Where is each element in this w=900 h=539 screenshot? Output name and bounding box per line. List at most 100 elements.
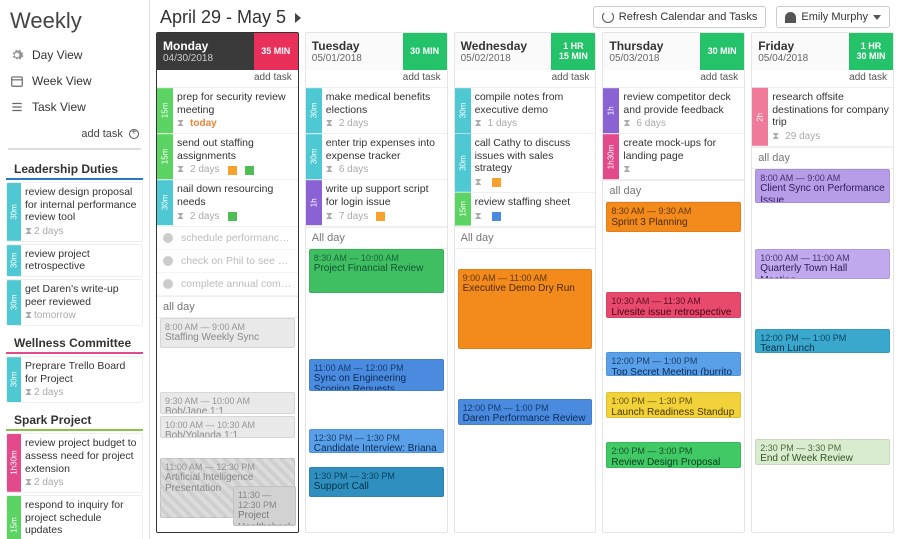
- day-task[interactable]: 30menter trip expenses into expense trac…: [306, 134, 447, 180]
- user-icon: [785, 12, 796, 23]
- event-title: Launch Readiness Standup: [611, 407, 736, 419]
- day-add-task[interactable]: add task: [752, 70, 893, 88]
- duration-chip: 2h: [752, 88, 768, 146]
- app-title: Weekly: [0, 0, 149, 38]
- view-week[interactable]: Week View: [0, 68, 149, 94]
- day-task[interactable]: 1h30mcreate mock-ups for landing page: [603, 134, 744, 180]
- day-header[interactable]: Friday05/04/20181 HR30 MIN: [752, 33, 893, 70]
- day-tasks: 30mmake medical benefits elections2 days…: [306, 88, 447, 227]
- category-list: Leadership Duties30mreview design propos…: [0, 158, 149, 539]
- calendar-event[interactable]: 2:00 PM — 3:00 PMReview Design Proposal: [606, 442, 741, 468]
- completed-task[interactable]: complete annual company survey: [157, 273, 298, 296]
- calendar-event[interactable]: 8:00 AM — 9:00 AMStaffing Weekly Sync: [160, 318, 295, 348]
- sidebar-task[interactable]: 30mreview project retrospective: [6, 244, 143, 277]
- calendar-event[interactable]: 12:00 PM — 1:00 PMDaren Performance Revi…: [458, 399, 593, 425]
- all-day-row[interactable]: All day: [306, 227, 447, 249]
- calendar-event[interactable]: 2:30 PM — 3:30 PMEnd of Week Review: [755, 439, 890, 465]
- view-nav: Day View Week View Task View: [0, 38, 149, 124]
- sidebar-task[interactable]: 30mreview design proposal for internal p…: [6, 182, 143, 242]
- category-title[interactable]: Wellness Committee: [6, 332, 143, 354]
- day-add-task[interactable]: add task: [306, 70, 447, 88]
- view-task[interactable]: Task View: [0, 94, 149, 120]
- calendar-body[interactable]: 8:30 AM — 9:30 AMSprint 3 Planning 10:30 …: [603, 202, 744, 532]
- calendar-event[interactable]: 10:00 AM — 10:30 AMBob/Yolanda 1:1: [160, 416, 295, 438]
- day-task-body: compile notes from executive demo1 days: [471, 88, 596, 133]
- day-add-task[interactable]: add task: [603, 70, 744, 88]
- day-task[interactable]: 15mreview staffing sheet: [455, 193, 596, 227]
- event-title: Executive Demo Dry Run: [463, 283, 588, 295]
- sidebar-add-task[interactable]: add task: [0, 124, 149, 144]
- day-tasks: 15mprep for security review meetingtoday…: [157, 88, 298, 296]
- day-task[interactable]: 1hwrite up support script for login issu…: [306, 180, 447, 226]
- calendar-event[interactable]: 12:30 PM — 1:30 PMCandidate Interview: B…: [309, 429, 444, 453]
- category-title[interactable]: Spark Project: [6, 409, 143, 431]
- calendar-body[interactable]: 8:00 AM — 9:00 AMStaffing Weekly Sync 9:3…: [157, 318, 298, 532]
- all-day-row[interactable]: all day: [603, 180, 744, 202]
- calendar-body[interactable]: 8:30 AM — 10:00 AMProject Financial Revi…: [306, 249, 447, 532]
- day-header[interactable]: Monday04/30/201835 MIN: [157, 33, 298, 70]
- calendar-event[interactable]: 8:30 AM — 9:30 AMSprint 3 Planning: [606, 202, 741, 232]
- chevron-down-icon: [873, 15, 881, 20]
- refresh-button[interactable]: Refresh Calendar and Tasks: [593, 6, 767, 28]
- event-time: 12:00 PM — 1:00 PM: [611, 356, 736, 366]
- day-task[interactable]: 30mmake medical benefits elections2 days: [306, 88, 447, 134]
- sidebar-task[interactable]: 30mPreprare Trello Board for Project2 da…: [6, 356, 143, 403]
- day-column: Tuesday05/01/201830 MINadd task 30mmake …: [305, 32, 448, 533]
- category-section: Leadership Duties30mreview design propos…: [0, 158, 149, 326]
- day-add-task[interactable]: add task: [157, 70, 298, 88]
- sidebar-task-body: respond to inquiry for project schedule …: [21, 496, 142, 539]
- day-task[interactable]: 2hresearch offsite destinations for comp…: [752, 88, 893, 147]
- calendar-event[interactable]: 12:00 PM — 1:00 PMTop Secret Meeting (bu…: [606, 352, 741, 376]
- tab-importance[interactable]: Importance: [75, 149, 140, 150]
- calendar-body[interactable]: 8:00 AM — 9:00 AMClient Sync on Performa…: [752, 169, 893, 532]
- all-day-row[interactable]: all day: [752, 147, 893, 169]
- day-header[interactable]: Wednesday05/02/20181 HR15 MIN: [455, 33, 596, 70]
- calendar-event[interactable]: 10:30 AM — 11:30 AMLivesite issue retros…: [606, 292, 741, 318]
- date-range-label: April 29 - May 5: [160, 7, 286, 27]
- tab-category[interactable]: Category: [9, 149, 75, 150]
- event-time: 11:00 AM — 12:30 PM: [165, 462, 290, 472]
- day-task[interactable]: 15msend out staffing assignments2 days: [157, 134, 298, 180]
- category-title[interactable]: Leadership Duties: [6, 158, 143, 180]
- calendar-event[interactable]: 11:30 — 12:30 PMProject Healthcheck: [233, 486, 296, 526]
- calendar-event[interactable]: 11:00 AM — 12:00 PMSync on Engineering S…: [309, 359, 444, 391]
- duration-chip: 1h30m: [603, 134, 619, 179]
- day-task[interactable]: 15mprep for security review meetingtoday: [157, 88, 298, 134]
- calendar-event[interactable]: 1:00 PM — 1:30 PMLaunch Readiness Standu…: [606, 392, 741, 418]
- calendar-event[interactable]: 1:30 PM — 3:30 PMSupport Call: [309, 467, 444, 497]
- date-range[interactable]: April 29 - May 5: [160, 7, 583, 28]
- day-add-task[interactable]: add task: [455, 70, 596, 88]
- day-task[interactable]: 1hreview competitor deck and provide fee…: [603, 88, 744, 134]
- calendar-event[interactable]: 9:00 AM — 11:00 AMExecutive Demo Dry Run: [458, 269, 593, 349]
- calendar-event[interactable]: 9:30 AM — 10:00 AMBob/Jane 1:1: [160, 392, 295, 414]
- event-time: 9:00 AM — 11:00 AM: [463, 273, 588, 283]
- calendar-body[interactable]: 9:00 AM — 11:00 AMExecutive Demo Dry Run…: [455, 249, 596, 532]
- day-task[interactable]: 30mcall Cathy to discuss issues with sal…: [455, 134, 596, 193]
- all-day-row[interactable]: All day: [455, 227, 596, 249]
- refresh-icon: [602, 11, 614, 23]
- day-task[interactable]: 30mcompile notes from executive demo1 da…: [455, 88, 596, 134]
- event-title: Bob/Yolanda 1:1: [165, 430, 290, 438]
- hourglass-icon: [326, 118, 335, 130]
- event-time: 8:30 AM — 10:00 AM: [314, 253, 439, 263]
- hourglass-icon: [177, 118, 186, 130]
- calendar-event[interactable]: 8:30 AM — 10:00 AMProject Financial Revi…: [309, 249, 444, 293]
- user-menu[interactable]: Emily Murphy: [776, 6, 890, 28]
- day-task-body: review staffing sheet: [471, 193, 596, 226]
- duration-chip: 30m: [455, 88, 471, 133]
- day-header[interactable]: Thursday05/03/201830 MIN: [603, 33, 744, 70]
- hourglass-icon: [177, 164, 186, 176]
- day-task[interactable]: 30mnail down resourcing needs2 days: [157, 180, 298, 226]
- sidebar-task[interactable]: 1h30mreview project budget to assess nee…: [6, 433, 143, 493]
- day-header[interactable]: Tuesday05/01/201830 MIN: [306, 33, 447, 70]
- event-time: 8:00 AM — 9:00 AM: [165, 322, 290, 332]
- calendar-event[interactable]: 8:00 AM — 9:00 AMClient Sync on Performa…: [755, 169, 890, 203]
- all-day-row[interactable]: all day: [157, 296, 298, 318]
- completed-task[interactable]: check on Phil to see how his son is: [157, 250, 298, 273]
- calendar-event[interactable]: 12:00 PM — 1:00 PMTeam Lunch: [755, 329, 890, 353]
- calendar-event[interactable]: 10:00 AM — 11:00 AMQuarterly Town Hall M…: [755, 249, 890, 279]
- sidebar-task[interactable]: 15mrespond to inquiry for project schedu…: [6, 495, 143, 539]
- view-day[interactable]: Day View: [0, 42, 149, 68]
- sidebar-task[interactable]: 30mget Daren's write-up peer reviewedtom…: [6, 279, 143, 326]
- completed-task[interactable]: schedule performance review with: [157, 227, 298, 250]
